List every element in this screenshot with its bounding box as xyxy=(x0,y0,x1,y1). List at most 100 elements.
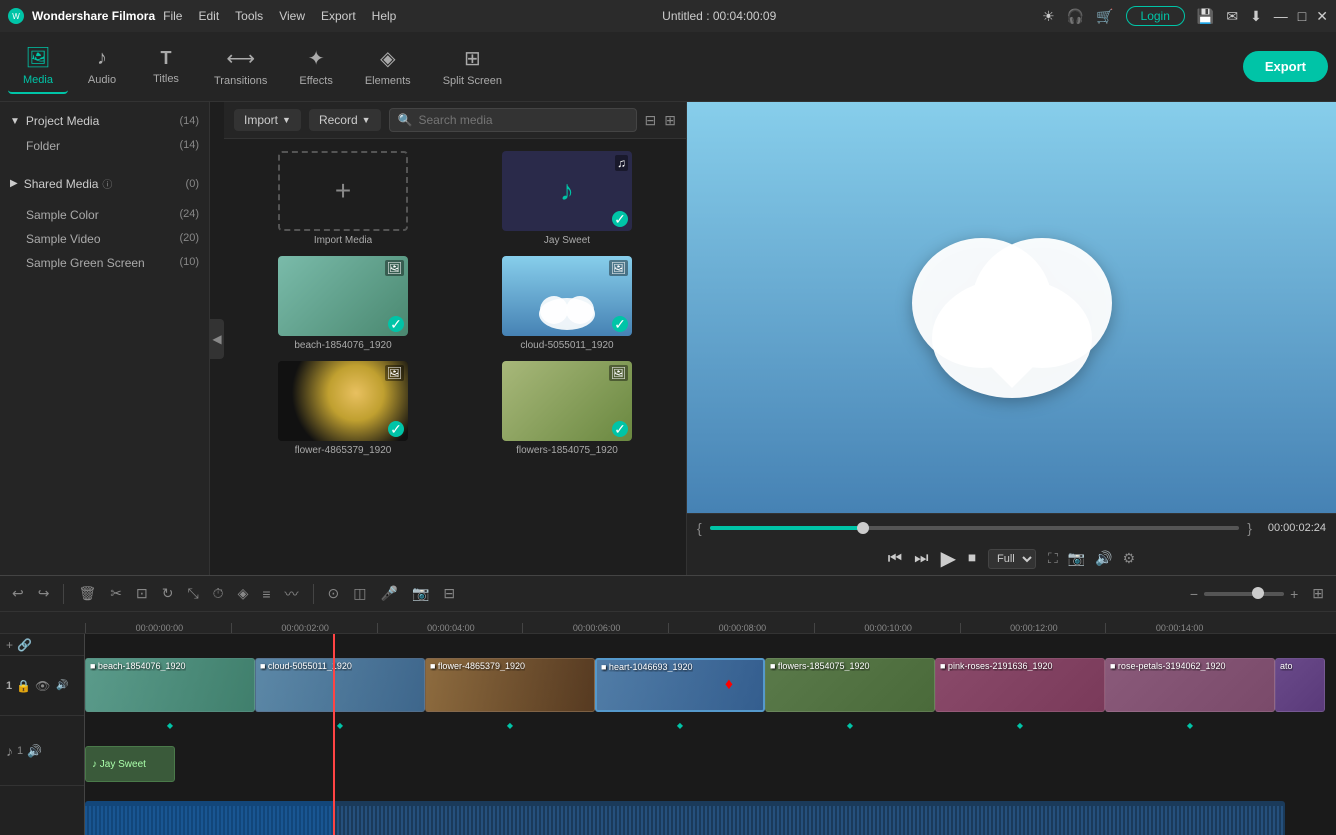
rotate-button[interactable]: ↻ xyxy=(158,583,178,604)
menu-edit[interactable]: Edit xyxy=(198,9,219,23)
play-button[interactable]: ▶ xyxy=(941,546,956,571)
toolbar-split-screen[interactable]: ⊞ Split Screen xyxy=(429,40,516,93)
beach-item[interactable]: 🖼 ✓ beach-1854076_1920 xyxy=(236,256,450,351)
bracket-left[interactable]: { xyxy=(697,520,702,536)
eye-icon[interactable]: 👁 xyxy=(35,679,50,693)
login-button[interactable]: Login xyxy=(1126,6,1185,26)
pink-clip[interactable]: ■ pink-roses-2191636_1920 xyxy=(935,658,1105,712)
jay-sweet-item[interactable]: ♪ ♫ ✓ Jay Sweet xyxy=(460,151,674,246)
beach-clip[interactable]: ■ beach-1854076_1920 xyxy=(85,658,255,712)
toolbar-transitions[interactable]: ⟷ Transitions xyxy=(200,40,281,93)
import-media-item[interactable]: + Import Media xyxy=(236,151,450,246)
toolbar-media-label: Media xyxy=(23,74,53,86)
cloud-clip[interactable]: ■ cloud-5055011_1920 xyxy=(255,658,425,712)
grid-view-icon[interactable]: ⊞ xyxy=(664,112,676,129)
audio-track-icons: 🔊 xyxy=(27,744,42,758)
flowers2-clip[interactable]: ■ flowers-1854075_1920 xyxy=(765,658,935,712)
flower-item[interactable]: 🖼 ✓ flower-4865379_1920 xyxy=(236,361,450,456)
quality-select[interactable]: Full 1/2 1/4 xyxy=(988,549,1036,569)
menu-view[interactable]: View xyxy=(279,9,305,23)
flower-clip[interactable]: ■ flower-4865379_1920 xyxy=(425,658,595,712)
sample-green-label: Sample Green Screen xyxy=(26,256,145,270)
mic-button[interactable]: 🎤 xyxy=(377,583,402,604)
audio-icon-small[interactable]: 🔊 xyxy=(56,680,68,691)
search-input[interactable] xyxy=(419,113,628,127)
toolbar-audio[interactable]: ♪ Audio xyxy=(72,41,132,92)
delete-button[interactable]: 🗑 xyxy=(74,583,100,604)
flowers2-item[interactable]: 🖼 ✓ flowers-1854075_1920 xyxy=(460,361,674,456)
lock-icon[interactable]: 🔒 xyxy=(16,679,31,693)
undo-button[interactable]: ↩ xyxy=(8,583,28,604)
camera-button[interactable]: 📷 xyxy=(408,583,433,604)
save-icon[interactable]: 💾 xyxy=(1197,8,1214,25)
snap-button[interactable]: ⊙ xyxy=(324,583,344,604)
sidebar-item-sample-color[interactable]: Sample Color (24) xyxy=(0,203,209,227)
minimize-button[interactable]: — xyxy=(1274,8,1288,25)
kf-dot-3: ◆ xyxy=(507,721,513,730)
jay-sweet-clip[interactable]: ♪ Jay Sweet xyxy=(85,746,175,782)
zoom-minus-button[interactable]: − xyxy=(1190,586,1198,602)
menu-help[interactable]: Help xyxy=(372,9,397,23)
import-button[interactable]: Import ▼ xyxy=(234,109,301,131)
zoom-plus-button[interactable]: + xyxy=(1290,586,1298,602)
expand-button[interactable]: ⊞ xyxy=(1308,583,1328,604)
menu-file[interactable]: File xyxy=(163,9,182,23)
project-media-header[interactable]: ▼ Project Media (14) xyxy=(0,108,209,134)
step-back-button[interactable]: ⏭ xyxy=(914,550,928,568)
sidebar-collapse-button[interactable]: ◀ xyxy=(210,319,224,359)
download-icon[interactable]: ⬇ xyxy=(1250,8,1262,25)
bracket-right[interactable]: } xyxy=(1247,520,1252,536)
playhead[interactable] xyxy=(333,634,335,835)
import-media-box[interactable]: + xyxy=(278,151,408,231)
toolbar-elements[interactable]: ◈ Elements xyxy=(351,40,425,93)
export-button[interactable]: Export xyxy=(1243,51,1328,82)
audio-settings-button[interactable]: ≡ xyxy=(258,584,274,604)
sidebar-item-sample-green[interactable]: Sample Green Screen (10) xyxy=(0,251,209,275)
close-button[interactable]: ✕ xyxy=(1316,8,1328,25)
menu-tools[interactable]: Tools xyxy=(235,9,263,23)
marker-button[interactable]: ◈ xyxy=(234,583,253,604)
stop-button[interactable]: ⏹ xyxy=(968,550,976,568)
add-media-icon[interactable]: + xyxy=(6,638,13,652)
rose-clip[interactable]: ■ rose-petals-3194062_1920 xyxy=(1105,658,1275,712)
waveform-button[interactable]: 〰 xyxy=(281,582,303,606)
headphone-icon[interactable]: 🎧 xyxy=(1067,8,1084,25)
search-box[interactable]: 🔍 xyxy=(389,108,637,132)
plus-icon: + xyxy=(335,175,351,207)
redo-button[interactable]: ↪ xyxy=(34,583,54,604)
preview-timeline-bar[interactable] xyxy=(710,526,1240,530)
toolbar-titles[interactable]: T Titles xyxy=(136,42,196,91)
cloud-item[interactable]: 🖼 ✓ cloud-5055011_1920 xyxy=(460,256,674,351)
toolbar-effects[interactable]: ✦ Effects xyxy=(285,40,346,93)
waveform-clip[interactable] xyxy=(85,801,1285,835)
zoom-slider[interactable] xyxy=(1204,592,1284,596)
cut-button[interactable]: ✂ xyxy=(106,583,126,604)
record-button[interactable]: Record ▼ xyxy=(309,109,381,131)
mail-icon[interactable]: ✉ xyxy=(1226,8,1238,25)
timer-button[interactable]: ⏱ xyxy=(209,583,228,604)
maximize-button[interactable]: □ xyxy=(1298,8,1306,25)
toolbar-media[interactable]: 🖼 Media xyxy=(8,39,68,94)
sidebar-item-folder[interactable]: Folder (14) xyxy=(0,134,209,158)
cart-icon[interactable]: 🛒 xyxy=(1096,8,1113,25)
volume-icon[interactable]: 🔊 xyxy=(1095,550,1112,567)
filter-icon[interactable]: ⊟ xyxy=(645,112,657,129)
audio-lock-icon[interactable]: 🔊 xyxy=(27,744,42,758)
brightness-icon[interactable]: ☀ xyxy=(1042,8,1055,25)
ato-clip[interactable]: ato xyxy=(1275,658,1325,712)
crop-button[interactable]: ⊡ xyxy=(132,583,152,604)
fullscreen-icon[interactable]: ⛶ xyxy=(1048,550,1058,567)
shared-media-header[interactable]: ▶ Shared Media ⓘ (0) xyxy=(0,170,209,197)
cloud-thumb: 🖼 ✓ xyxy=(502,256,632,336)
grid-button[interactable]: ◫ xyxy=(349,583,370,604)
screenshot-icon[interactable]: 📷 xyxy=(1068,550,1085,567)
menu-export[interactable]: Export xyxy=(321,9,356,23)
settings-icon[interactable]: ⚙ xyxy=(1123,550,1136,567)
rewind-button[interactable]: ⏮ xyxy=(888,550,902,568)
transform-button[interactable]: ⤡ xyxy=(183,583,202,604)
sidebar-item-sample-video[interactable]: Sample Video (20) xyxy=(0,227,209,251)
zoom-handle[interactable] xyxy=(1252,587,1264,599)
link-icon[interactable]: 🔗 xyxy=(17,638,32,652)
heart-clip[interactable]: ■ heart-1046693_1920 ♦ xyxy=(595,658,765,712)
sub-button[interactable]: ⊟ xyxy=(439,583,459,604)
